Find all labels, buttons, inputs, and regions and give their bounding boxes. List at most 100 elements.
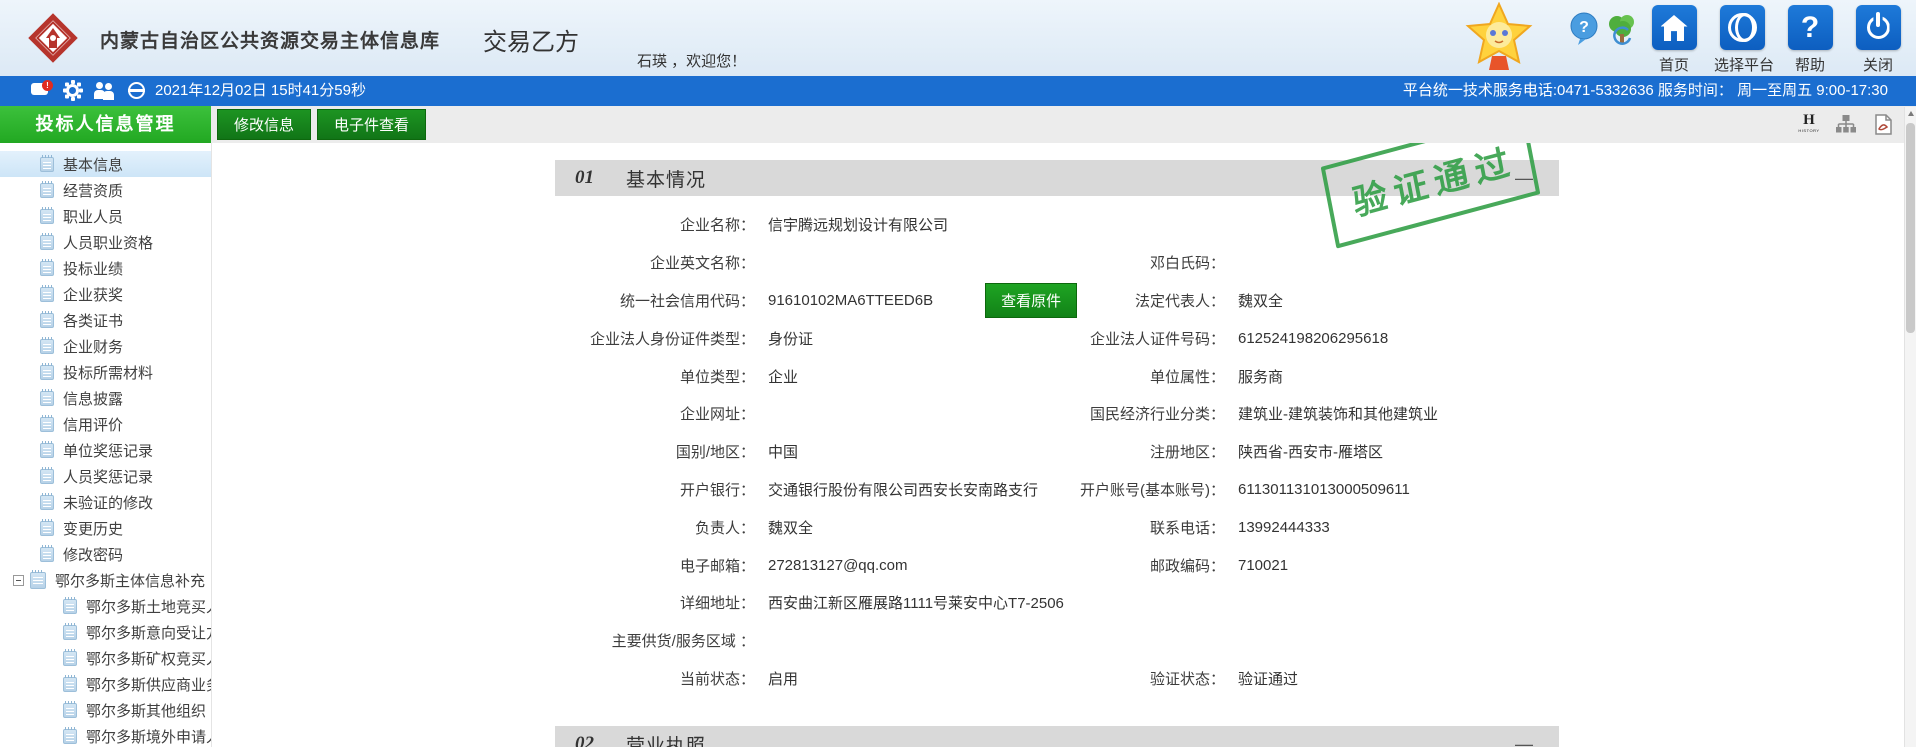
help-bubble-icon[interactable]: ? — [1568, 12, 1600, 46]
field-value-text: 西安曲江新区雁展路1111号莱安中心T7-2506 — [768, 595, 1064, 613]
notebook-icon — [63, 622, 77, 640]
sidebar-item-label: 鄂尔多斯土地竞买人 — [86, 598, 211, 616]
field-label: 邓白氏码： — [1149, 255, 1225, 273]
field-value: 建筑业-建筑装饰和其他建筑业 — [1238, 406, 1438, 424]
field-value-text: 272813127@qq.com — [768, 556, 908, 574]
basic-info-card: 01 基本情况 — 验证通过 企业名称： 信宇腾远规划设计有限公司 企业英文名称… — [555, 143, 1559, 747]
sidebar-item[interactable]: 信用评价 — [0, 411, 211, 437]
form-row: 主要供货/服务区域 ： — [555, 622, 1559, 660]
sidebar-item[interactable]: 鄂尔多斯土地竞买人 — [0, 593, 211, 619]
field-label: 主要供货/服务区域 ： — [611, 633, 755, 651]
sidebar-item[interactable]: 鄂尔多斯矿权竞买人 — [0, 645, 211, 671]
sidebar-item[interactable]: 基本信息 — [0, 151, 211, 177]
field-label: 企业网址： — [679, 406, 755, 424]
notebook-icon — [40, 206, 54, 224]
sidebar-item[interactable]: 变更历史 — [0, 515, 211, 541]
header-nav-button[interactable]: 帮助 — [1782, 5, 1838, 75]
form-row: 企业英文名称： 邓白氏码： — [555, 244, 1559, 282]
sidebar-item[interactable]: 企业财务 — [0, 333, 211, 359]
users-icon[interactable] — [94, 80, 115, 101]
field-value-text: 交通银行股份有限公司西安长安南路支行 — [768, 481, 1039, 499]
sidebar-item[interactable]: 投标所需材料 — [0, 359, 211, 385]
field-value: 身份证 — [755, 328, 1055, 349]
field-value: 710021 — [1238, 556, 1289, 574]
sidebar-item[interactable]: 单位奖惩记录 — [0, 437, 211, 463]
orgchart-icon[interactable] — [1835, 113, 1857, 136]
field-label: 企业法人证件号码： — [1089, 330, 1225, 348]
pdf-export-icon[interactable] — [1872, 113, 1894, 136]
toolbar-right-icons: H HISTORY — [1798, 113, 1894, 136]
sidebar-item-label: 投标业绩 — [63, 260, 124, 278]
help-icon — [1787, 5, 1833, 50]
datetime-display: 2021年12月02日 15时41分59秒 — [155, 82, 366, 99]
sidebar-item-label: 投标所需材料 — [63, 364, 154, 382]
notebook-icon — [40, 388, 54, 406]
field-value-text: 身份证 — [768, 330, 814, 348]
field-label: 电子邮箱： — [679, 557, 755, 575]
tree-icon[interactable] — [1606, 12, 1638, 46]
notebook-icon — [30, 569, 46, 589]
sidebar-item[interactable]: 未验证的修改 — [0, 489, 211, 515]
sidebar-item[interactable]: 经营资质 — [0, 177, 211, 203]
sidebar-item-label: 修改密码 — [63, 546, 124, 564]
sidebar-item[interactable]: 企业获奖 — [0, 281, 211, 307]
field-value-text: 启用 — [768, 670, 799, 688]
collapse-section-icon[interactable]: — — [1515, 726, 1533, 747]
sidebar-item-label: 职业人员 — [63, 208, 124, 226]
sidebar-item[interactable]: 信息披露 — [0, 385, 211, 411]
sidebar-item[interactable]: 鄂尔多斯供应商业务类型 — [0, 671, 211, 697]
field-value-text: 信宇腾远规划设计有限公司 — [768, 217, 949, 235]
sidebar-item[interactable]: 鄂尔多斯境外申请人 — [0, 723, 211, 747]
form-row: 开户银行： 交通银行股份有限公司西安长安南路支行 开户账号(基本账号)： 611… — [555, 471, 1559, 509]
form-row: 单位类型： 企业 单位属性： 服务商 — [555, 357, 1559, 395]
notebook-icon — [40, 336, 54, 354]
field-value: 陕西省-西安市-雁塔区 — [1238, 444, 1383, 462]
globe-icon[interactable] — [126, 80, 147, 101]
header-nav-button[interactable]: 关闭 — [1850, 5, 1906, 75]
field-value-text: 中国 — [768, 444, 799, 462]
notebook-icon — [40, 544, 54, 562]
header-nav-button[interactable]: 首页 — [1646, 5, 1702, 75]
toolbar-button[interactable]: 电子件查看 — [317, 109, 427, 140]
sidebar-item[interactable]: 鄂尔多斯意向受让方 — [0, 619, 211, 645]
form-row: 电子邮箱： 272813127@qq.com 邮政编码： 710021 — [555, 546, 1559, 584]
field-value: 交通银行股份有限公司西安长安南路支行 — [755, 479, 1055, 500]
history-icon[interactable]: H HISTORY — [1798, 113, 1820, 136]
sidebar-item-label: 鄂尔多斯矿权竞买人 — [86, 650, 211, 668]
notebook-icon — [40, 154, 54, 172]
sidebar-item[interactable]: 鄂尔多斯其他组织 — [0, 697, 211, 723]
collapse-toggle-icon[interactable] — [13, 574, 24, 586]
comment-icon[interactable] — [30, 80, 53, 101]
sidebar-item[interactable]: 各类证书 — [0, 307, 211, 333]
field-label: 开户账号(基本账号)： — [1080, 481, 1225, 499]
field-value: 信宇腾远规划设计有限公司 — [755, 214, 1055, 235]
sidebar-item[interactable]: 人员职业资格 — [0, 229, 211, 255]
sidebar-item[interactable]: 职业人员 — [0, 203, 211, 229]
header-nav-button[interactable]: 选择平台 — [1714, 5, 1774, 75]
section-title: 营业执照 — [626, 735, 707, 747]
svg-text:?: ? — [1579, 19, 1589, 36]
sidebar-item-label: 未验证的修改 — [63, 494, 154, 512]
scroll-up-arrow-icon[interactable] — [1905, 107, 1916, 121]
sidebar-item[interactable]: 人员奖惩记录 — [0, 463, 211, 489]
field-label: 当前状态： — [679, 670, 755, 688]
section-header-business-license: 02 营业执照 — — [555, 726, 1559, 747]
notebook-icon — [40, 284, 54, 302]
sidebar-item[interactable]: 鄂尔多斯主体信息补充 — [0, 567, 211, 593]
scrollbar-thumb[interactable] — [1906, 123, 1915, 333]
form-row: 企业法人身份证件类型： 身份证 企业法人证件号码： 61252419820629… — [555, 319, 1559, 357]
notebook-icon — [40, 258, 54, 276]
form-row: 详细地址： 西安曲江新区雁展路1111号莱安中心T7-2506 — [555, 584, 1559, 622]
form-row: 统一社会信用代码： 91610102MA6TTEED6B 查看原件 法定代表人：… — [555, 282, 1559, 320]
notebook-icon — [63, 700, 77, 718]
form-row: 负责人： 魏双全 联系电话： 13992444333 — [555, 508, 1559, 546]
field-label: 注册地区： — [1149, 444, 1225, 462]
notebook-icon — [40, 310, 54, 328]
vertical-scrollbar[interactable] — [1904, 107, 1916, 747]
toolbar-button[interactable]: 修改信息 — [217, 109, 312, 140]
sidebar-item[interactable]: 修改密码 — [0, 541, 211, 567]
form-row: 当前状态： 启用 验证状态： 验证通过 — [555, 660, 1559, 698]
gear-icon[interactable] — [62, 80, 83, 101]
notebook-icon — [63, 596, 77, 614]
sidebar-item[interactable]: 投标业绩 — [0, 255, 211, 281]
